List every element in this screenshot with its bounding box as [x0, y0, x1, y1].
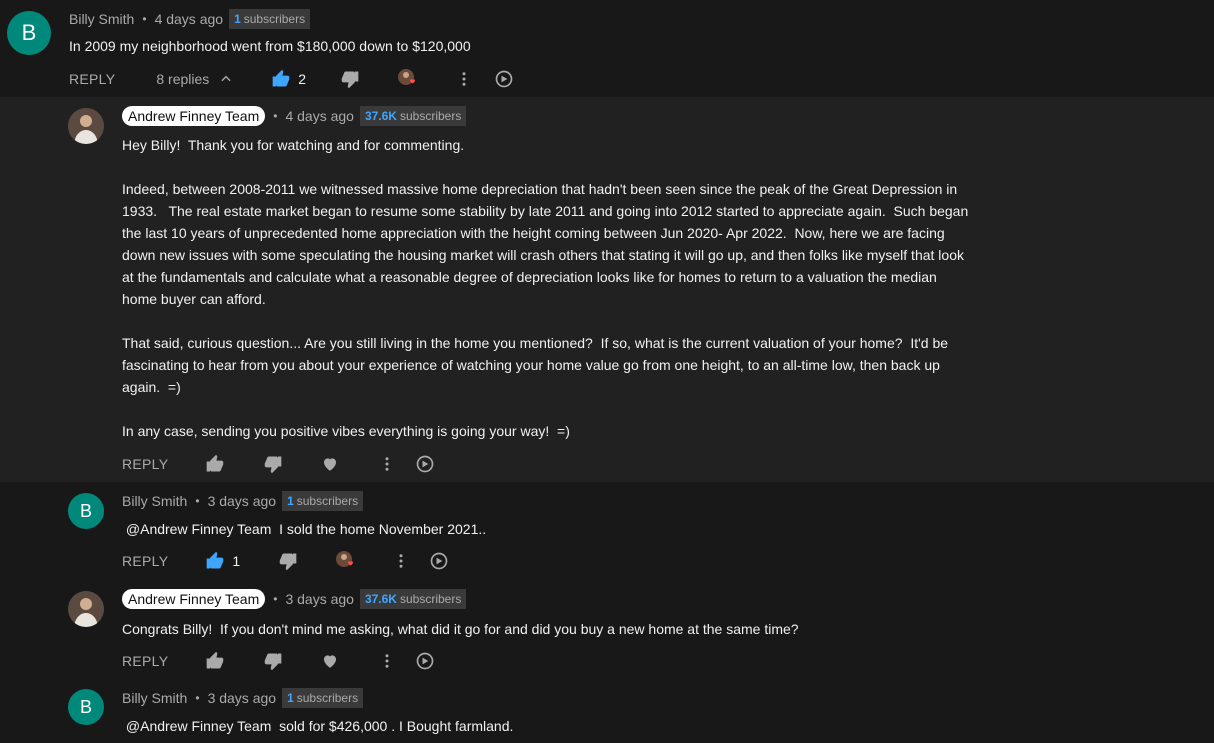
more-options-icon[interactable] [390, 550, 412, 572]
extension-icon[interactable] [414, 453, 436, 475]
subscriber-count: 1 [234, 12, 241, 26]
dislike-icon[interactable] [262, 453, 284, 475]
dislike-icon[interactable] [262, 650, 284, 672]
comment-text: Hey Billy! Thank you for watching and fo… [122, 137, 969, 439]
separator: • [142, 12, 147, 26]
comment-text: @Andrew Finney Team sold for $426,000 . … [122, 718, 514, 734]
subscriber-count: 37.6K [364, 109, 397, 123]
reply-comment: B Billy Smith • 3 days ago 1 subscribers … [0, 482, 1214, 583]
comment-text: Congrats Billy! If you don't mind me ask… [122, 621, 799, 637]
separator: • [273, 592, 278, 606]
author-name[interactable]: Billy Smith [122, 493, 187, 509]
author-name[interactable]: Andrew Finney Team [122, 589, 266, 609]
reply-button[interactable]: REPLY [69, 71, 115, 87]
more-options-icon[interactable] [376, 650, 398, 672]
author-name[interactable]: Billy Smith [122, 690, 187, 706]
reply-comment: Andrew Finney Team • 4 days ago 37.6K sub… [0, 97, 1214, 482]
subscriber-badge: 1 subscribers [282, 491, 364, 511]
subscriber-badge: 1 subscribers [282, 688, 364, 708]
subscriber-count: 1 [287, 494, 294, 508]
subscriber-badge: 37.6K subscribers [359, 589, 467, 609]
subscriber-label: subscribers [296, 691, 359, 705]
subscriber-badge: 37.6K subscribers [359, 106, 467, 126]
timestamp[interactable]: 4 days ago [155, 11, 224, 27]
avatar[interactable]: B [68, 493, 104, 529]
like-count: 1 [232, 553, 241, 569]
extension-icon[interactable] [428, 550, 450, 572]
timestamp[interactable]: 3 days ago [208, 690, 277, 706]
reply-button[interactable]: REPLY [122, 456, 168, 472]
timestamp[interactable]: 3 days ago [285, 591, 354, 607]
avatar[interactable] [68, 591, 104, 627]
like-icon[interactable] [204, 550, 226, 572]
separator: • [195, 494, 200, 508]
more-options-icon[interactable] [376, 453, 398, 475]
heart-icon[interactable] [319, 650, 341, 672]
more-options-icon[interactable] [453, 68, 475, 90]
avatar[interactable]: B [68, 689, 104, 725]
timestamp[interactable]: 4 days ago [285, 108, 354, 124]
top-level-comment: B Billy Smith • 4 days ago 1 subscribers … [0, 0, 1214, 97]
replies-toggle[interactable]: 8 replies [156, 68, 237, 90]
subscriber-label: subscribers [243, 12, 306, 26]
subscriber-badge: 1 subscribers [229, 9, 311, 29]
avatar[interactable] [68, 108, 104, 144]
creator-heart-icon [335, 550, 357, 572]
reply-comment: Andrew Finney Team • 3 days ago 37.6K sub… [0, 583, 1214, 682]
like-count: 2 [298, 71, 307, 87]
subscriber-count: 1 [287, 691, 294, 705]
author-name[interactable]: Billy Smith [69, 11, 134, 27]
comment-text: @Andrew Finney Team I sold the home Nove… [122, 521, 487, 537]
heart-icon[interactable] [319, 453, 341, 475]
like-icon[interactable] [270, 68, 292, 90]
reply-button[interactable]: REPLY [122, 553, 168, 569]
extension-icon[interactable] [493, 68, 515, 90]
creator-heart-icon [397, 68, 419, 90]
chevron-up-icon [215, 68, 237, 90]
subscriber-label: subscribers [399, 592, 462, 606]
timestamp[interactable]: 3 days ago [208, 493, 277, 509]
reply-comment: B Billy Smith • 3 days ago 1 subscribers … [0, 682, 1214, 743]
reply-button[interactable]: REPLY [122, 653, 168, 669]
like-icon[interactable] [204, 650, 226, 672]
comment-text: In 2009 my neighborhood went from $180,0… [69, 38, 471, 54]
subscriber-label: subscribers [296, 494, 359, 508]
author-name[interactable]: Andrew Finney Team [122, 106, 266, 126]
like-icon[interactable] [204, 453, 226, 475]
extension-icon[interactable] [414, 650, 436, 672]
subscriber-label: subscribers [399, 109, 462, 123]
separator: • [273, 109, 278, 123]
dislike-icon[interactable] [339, 68, 361, 90]
replies-count: 8 replies [156, 71, 210, 87]
avatar[interactable]: B [7, 11, 51, 55]
dislike-icon[interactable] [277, 550, 299, 572]
subscriber-count: 37.6K [364, 592, 397, 606]
separator: • [195, 691, 200, 705]
